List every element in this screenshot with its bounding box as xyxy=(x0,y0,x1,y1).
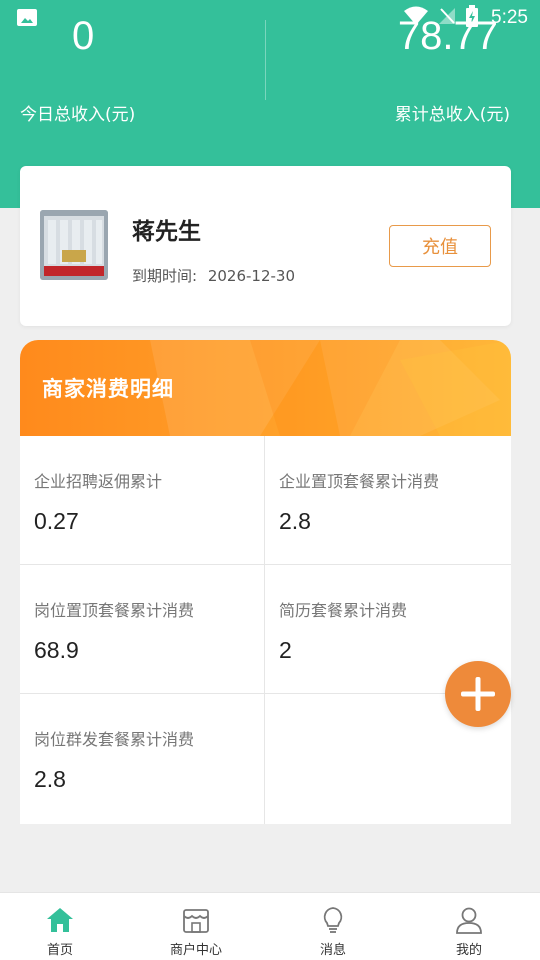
plus-icon xyxy=(461,677,495,711)
details-title: 商家消费明细 xyxy=(42,377,174,401)
today-income-label: 今日总收入(元) xyxy=(20,105,136,125)
detail-label: 企业置顶套餐累计消费 xyxy=(279,472,440,491)
details-banner: 商家消费明细 xyxy=(20,340,511,436)
detail-item: 企业招聘返佣累计 0.27 xyxy=(20,436,265,565)
detail-label: 岗位置顶套餐累计消费 xyxy=(34,601,195,620)
detail-item: 岗位置顶套餐累计消费 68.9 xyxy=(20,565,265,694)
expire-info: 到期时间: 2026-12-30 xyxy=(132,265,301,286)
nav-item-home[interactable]: 首页 xyxy=(0,893,120,960)
profile-card: 蒋先生 到期时间: 2026-12-30 充值 xyxy=(20,166,511,326)
detail-item: 企业置顶套餐累计消费 2.8 xyxy=(265,436,510,565)
detail-value: 2.8 xyxy=(279,508,311,534)
detail-label: 岗位群发套餐累计消费 xyxy=(34,730,195,749)
expire-label: 到期时间: xyxy=(132,267,198,285)
home-icon xyxy=(44,904,76,936)
detail-label: 简历套餐累计消费 xyxy=(279,601,408,620)
detail-value: 2.8 xyxy=(34,766,66,792)
detail-value: 0.27 xyxy=(34,508,79,534)
grid-divider xyxy=(20,693,511,694)
detail-value: 2 xyxy=(279,637,292,663)
details-grid: 企业招聘返佣累计 0.27 企业置顶套餐累计消费 2.8 岗位置顶套餐累计消费 … xyxy=(20,436,511,824)
today-income-value: 0 xyxy=(72,14,95,58)
person-icon xyxy=(453,904,485,936)
total-income-value: 78.77 xyxy=(397,14,498,58)
nav-label: 消息 xyxy=(319,943,346,958)
grid-divider xyxy=(264,436,265,824)
bottom-nav: 首页 商户中心 消息 我的 xyxy=(0,892,540,960)
detail-value: 68.9 xyxy=(34,637,79,663)
total-income-label: 累计总收入(元) xyxy=(394,105,510,125)
expire-date: 2026-12-30 xyxy=(207,267,296,285)
nav-item-merchant-center[interactable]: 商户中心 xyxy=(136,893,256,960)
nav-item-mine[interactable]: 我的 xyxy=(409,893,529,960)
detail-item: 岗位群发套餐累计消费 2.8 xyxy=(20,694,265,823)
nav-label: 首页 xyxy=(46,943,73,958)
merchant-avatar[interactable] xyxy=(40,210,108,280)
lightbulb-icon xyxy=(317,904,349,936)
grid-divider xyxy=(20,564,511,565)
gallery-icon xyxy=(17,9,37,26)
recharge-button[interactable]: 充值 xyxy=(389,225,491,267)
add-button[interactable] xyxy=(445,661,511,727)
store-icon xyxy=(180,904,212,936)
nav-label: 商户中心 xyxy=(169,943,222,958)
nav-item-messages[interactable]: 消息 xyxy=(273,893,393,960)
merchant-name: 蒋先生 xyxy=(132,219,201,245)
detail-label: 企业招聘返佣累计 xyxy=(34,472,163,491)
nav-label: 我的 xyxy=(455,943,482,958)
consumption-details-card: 商家消费明细 企业招聘返佣累计 0.27 企业置顶套餐累计消费 2.8 岗位置顶… xyxy=(20,340,511,824)
income-divider xyxy=(265,20,266,100)
